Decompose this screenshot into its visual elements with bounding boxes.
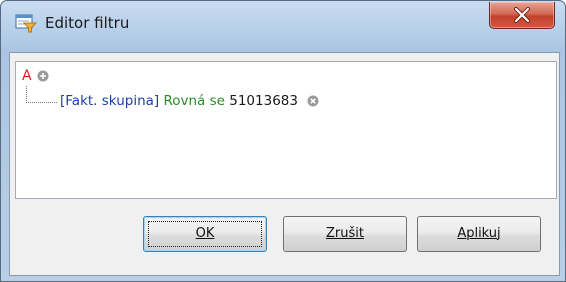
title-bar[interactable]: Editor filtru — [1, 1, 565, 45]
ok-button[interactable]: OK — [143, 216, 267, 252]
apply-button[interactable]: Aplikuj — [417, 216, 541, 252]
filter-tree-area[interactable]: A [Fakt. skupina] Rovná se 51013683 — [15, 61, 557, 199]
root-group-operator[interactable]: A — [22, 68, 32, 84]
filter-condition: [Fakt. skupina] Rovná se 51013683 — [60, 93, 319, 111]
focus-rectangle — [148, 221, 262, 247]
condition-value[interactable]: 51013683 — [229, 93, 298, 109]
condition-field[interactable]: [Fakt. skupina] — [60, 93, 159, 109]
cancel-button-label: Zrušit — [326, 226, 364, 241]
cancel-button[interactable]: Zrušit — [283, 216, 407, 252]
filter-editor-window: Editor filtru A [Fakt. skupina] Rovná se… — [0, 0, 566, 282]
add-circle-icon[interactable] — [37, 70, 49, 86]
remove-circle-icon[interactable] — [307, 95, 319, 111]
close-button[interactable] — [489, 2, 555, 29]
apply-button-label: Aplikuj — [457, 226, 501, 241]
window-title: Editor filtru — [45, 14, 130, 32]
condition-operator[interactable]: Rovná se — [163, 93, 224, 109]
filter-editor-icon — [15, 13, 38, 33]
dialog-body: A [Fakt. skupina] Rovná se 51013683 OK Z… — [9, 52, 560, 276]
tree-connector — [26, 86, 57, 103]
